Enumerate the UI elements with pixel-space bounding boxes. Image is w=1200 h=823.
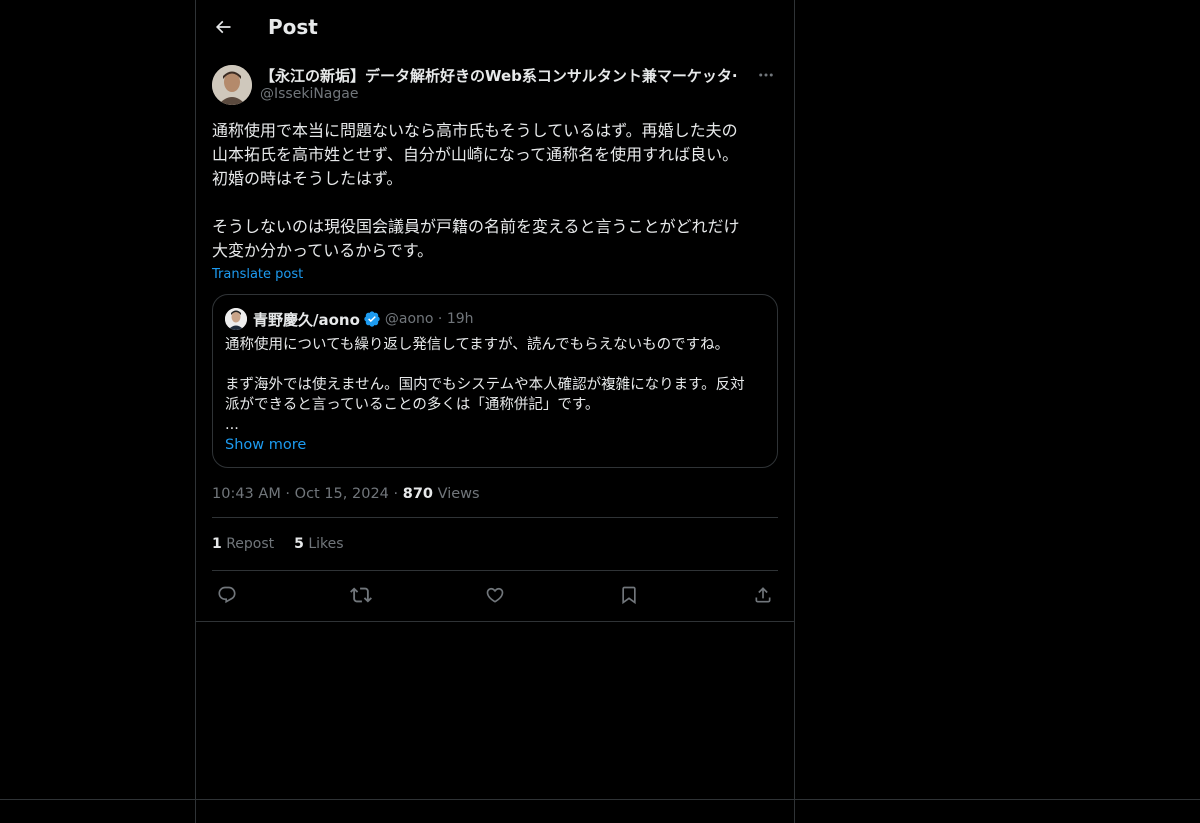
- quoted-post[interactable]: 青野慶久/aono @aono · 19h 通称使用についても繰り返し発信してま…: [212, 294, 778, 468]
- repost-icon: [350, 587, 372, 602]
- arrow-left-icon: [215, 20, 231, 34]
- reposts-stat[interactable]: 1 Repost: [212, 536, 274, 552]
- share-icon: [755, 586, 771, 602]
- views-count: 870: [402, 486, 434, 502]
- reposts-label: Repost: [221, 536, 275, 552]
- post-timestamp: 10:43 AM · Oct 15, 2024 · 870 Views: [212, 486, 778, 502]
- quoted-handle-time: @aono · 19h: [384, 311, 474, 327]
- timestamp-text[interactable]: 10:43 AM · Oct 15, 2024 ·: [212, 486, 403, 502]
- quoted-text: 通称使用についても繰り返し発信してますが、読んでもらえないものですね。 まず海外…: [225, 337, 745, 433]
- verified-badge-icon: [364, 311, 380, 327]
- avatar-image: [212, 65, 252, 105]
- primary-column: Post 【永江の新垢】データ解析好きのWeb系コンサルタント兼マーケッタ· @…: [195, 0, 795, 823]
- quoted-avatar-image: [225, 308, 247, 330]
- translate-post-link[interactable]: Translate post: [212, 267, 778, 282]
- heart-icon: [486, 587, 504, 603]
- engagement-stats: 1 Repost 5 Likes: [212, 518, 778, 570]
- reply-button[interactable]: [216, 584, 238, 606]
- avatar[interactable]: [212, 65, 252, 105]
- more-dots-icon: [759, 73, 773, 77]
- back-button[interactable]: [208, 12, 238, 42]
- author-name-text: 【永江の新垢】データ解析好きのWeb系コンサルタント兼マーケッタ·: [260, 67, 738, 85]
- repost-button[interactable]: [350, 584, 372, 606]
- post-divider: [196, 621, 794, 622]
- likes-label: Likes: [303, 536, 344, 552]
- bookmark-icon: [622, 586, 636, 604]
- share-button[interactable]: [752, 584, 774, 606]
- show-more-link[interactable]: Show more: [225, 437, 765, 453]
- bookmark-button[interactable]: [618, 584, 640, 606]
- action-bar: [212, 571, 778, 618]
- header: Post: [196, 0, 794, 53]
- reply-icon: [218, 586, 236, 603]
- page-title: Post: [268, 15, 318, 39]
- more-options-button[interactable]: [754, 66, 778, 84]
- post-text: 通称使用で本当に問題ないなら高市氏もそうしているはず。再婚した夫の 山本拓氏を高…: [212, 121, 740, 260]
- quoted-author-name: 青野慶久/aono: [253, 310, 360, 329]
- author-name[interactable]: 【永江の新垢】データ解析好きのWeb系コンサルタント兼マーケッタ·: [260, 65, 740, 86]
- reposts-count: 1: [212, 536, 222, 552]
- author-row: 【永江の新垢】データ解析好きのWeb系コンサルタント兼マーケッタ· @Issek…: [212, 60, 778, 110]
- bottom-divider: [0, 799, 1200, 800]
- post: 【永江の新垢】データ解析好きのWeb系コンサルタント兼マーケッタ· @Issek…: [212, 60, 778, 618]
- quoted-avatar: [225, 308, 247, 330]
- likes-stat[interactable]: 5 Likes: [294, 536, 343, 552]
- quoted-post-header: 青野慶久/aono @aono · 19h: [225, 307, 765, 331]
- author-handle[interactable]: @IssekiNagae: [260, 86, 358, 102]
- likes-count: 5: [294, 536, 304, 552]
- views-label: Views: [433, 486, 480, 502]
- like-button[interactable]: [484, 584, 506, 606]
